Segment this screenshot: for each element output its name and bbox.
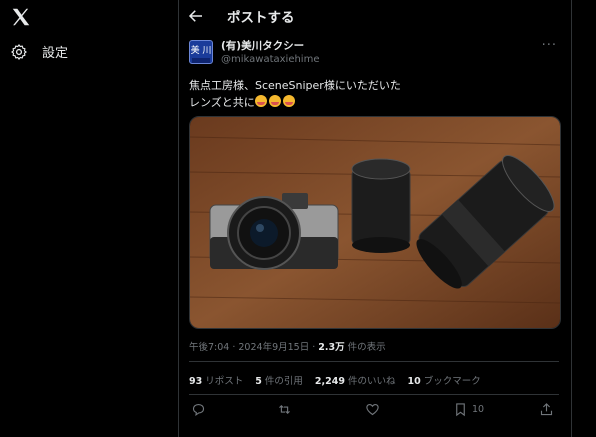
post-time[interactable]: 午後7:04 · 2024年9月15日 · — [189, 342, 318, 353]
post-text: 焦点工房様、SceneSniper様にいただいた レンズと共に — [189, 77, 401, 111]
likes-value: 2,249 — [314, 376, 345, 387]
repost-button[interactable] — [277, 402, 292, 417]
likes-stat[interactable]: 2,249 件のいいね — [315, 373, 396, 387]
like-button[interactable] — [365, 402, 380, 417]
main-column: ポストする 美 川 (有)美川タクシー @mikawataxiehime ···… — [179, 0, 571, 437]
post-text-line2-row: レンズと共に — [189, 94, 401, 111]
post-photo[interactable] — [189, 116, 561, 329]
avatar-text: 美 川 — [190, 46, 212, 56]
action-bar: 10 — [189, 402, 559, 422]
settings-link[interactable]: 設定 — [10, 42, 68, 61]
smiling-face-icon — [268, 95, 281, 107]
quotes-label: 件の引用 — [264, 376, 303, 387]
x-logo-icon[interactable] — [10, 6, 32, 28]
page-title: ポストする — [227, 10, 295, 26]
divider — [189, 394, 559, 395]
post-meta: 午後7:04 · 2024年9月15日 · 2.3万 件の表示 — [189, 339, 386, 353]
reply-icon — [192, 403, 205, 416]
repost-icon — [279, 404, 290, 415]
divider — [189, 361, 559, 362]
left-sidebar: 設定 — [0, 0, 178, 437]
share-button[interactable] — [539, 402, 554, 417]
bookmarks-value: 10 — [407, 376, 421, 387]
quotes-stat[interactable]: 5 件の引用 — [255, 373, 303, 387]
smiling-face-icon — [282, 95, 295, 107]
share-icon — [540, 403, 553, 416]
bookmarks-stat[interactable]: 10 ブックマーク — [407, 373, 480, 387]
settings-label: 設定 — [42, 46, 69, 61]
avatar[interactable]: 美 川 — [189, 40, 213, 64]
reposts-label: リポスト — [205, 376, 244, 387]
bookmark-icon — [456, 403, 465, 417]
divider-right — [571, 0, 572, 437]
post-text-line2: レンズと共に — [189, 96, 255, 109]
header: ポストする — [179, 0, 571, 32]
views-value: 2.3万 — [318, 342, 345, 353]
bookmark-count: 10 — [472, 404, 485, 415]
avatar-bar — [192, 58, 210, 63]
views-label: 件の表示 — [344, 342, 386, 353]
back-arrow-icon[interactable] — [187, 7, 205, 25]
camera-photo-illustration — [190, 117, 560, 328]
reposts-stat[interactable]: 93 リポスト — [189, 373, 243, 387]
heart-icon — [366, 403, 379, 416]
reposts-value: 93 — [189, 376, 203, 387]
smiling-face-icon — [254, 95, 267, 107]
post-author: 美 川 (有)美川タクシー @mikawataxiehime — [189, 40, 319, 66]
bookmark-button[interactable]: 10 — [453, 402, 484, 417]
quotes-value: 5 — [255, 376, 262, 387]
gear-icon — [11, 43, 27, 60]
likes-label: 件のいいね — [347, 376, 396, 387]
post-stats: 93 リポスト 5 件の引用 2,249 件のいいね 10 ブックマーク — [189, 373, 481, 387]
user-handle[interactable]: @mikawataxiehime — [221, 53, 319, 66]
display-name[interactable]: (有)美川タクシー — [221, 40, 319, 53]
post-text-line1: 焦点工房様、SceneSniper様にいただいた — [189, 79, 401, 92]
more-options-icon[interactable]: ··· — [542, 38, 557, 53]
bookmarks-label: ブックマーク — [423, 376, 481, 387]
reply-button[interactable] — [191, 402, 206, 417]
